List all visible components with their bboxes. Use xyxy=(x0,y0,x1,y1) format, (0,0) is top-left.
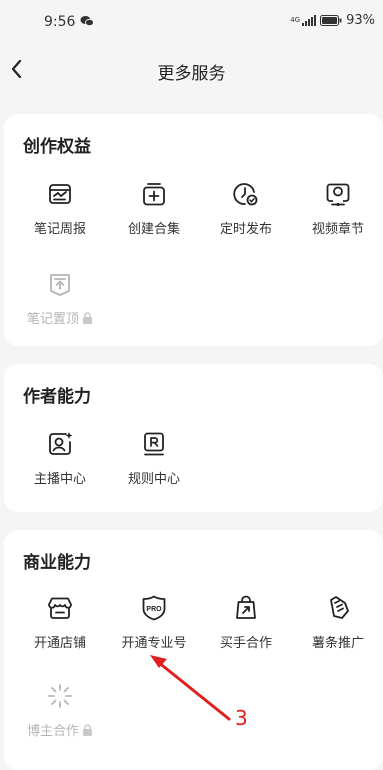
annotation-label: 3 xyxy=(235,706,248,730)
wechat-icon xyxy=(80,16,94,27)
pin-note-icon xyxy=(50,274,70,296)
rules-center-button[interactable]: 规则中心 xyxy=(114,430,194,496)
lock-icon xyxy=(83,312,92,324)
lock-icon xyxy=(83,724,92,736)
signal-icon xyxy=(302,15,317,26)
battery-percent: 93% xyxy=(346,13,375,28)
status-time: 9:56 xyxy=(44,14,76,30)
section-title: 商业能力 xyxy=(23,553,91,573)
promotion-icon xyxy=(330,596,349,619)
scheduled-post-button[interactable]: 定时发布 xyxy=(206,180,286,246)
page-title: 更多服务 xyxy=(157,64,226,84)
buyer-cooperation-icon xyxy=(236,595,256,619)
item-label: 笔记周报 xyxy=(33,222,86,237)
item-label: 定时发布 xyxy=(219,222,272,237)
item-label: 薯条推广 xyxy=(311,636,364,651)
section-title: 创作权益 xyxy=(23,137,91,157)
battery-icon xyxy=(320,15,342,26)
item-label: 创建合集 xyxy=(127,222,180,237)
scheduled-post-icon xyxy=(233,183,258,206)
signal-label: 4G xyxy=(290,16,301,24)
status-bar: 9:56 4G 93% xyxy=(0,0,383,44)
section-author-abilities: 作者能力 主播中心 规则中心 xyxy=(4,364,383,512)
item-label: 规则中心 xyxy=(127,472,180,487)
item-label: 笔记置顶 xyxy=(26,312,79,327)
item-label-wrap: 博主合作 xyxy=(10,720,110,739)
buyer-cooperation-button[interactable]: 买手合作 xyxy=(206,594,286,660)
video-chapter-icon xyxy=(326,183,350,207)
item-label-wrap: 笔记置顶 xyxy=(10,308,110,327)
pin-note-button[interactable]: 笔记置顶 xyxy=(20,270,100,336)
item-label: 主播中心 xyxy=(33,472,86,487)
streamer-center-icon xyxy=(49,432,73,455)
open-pro-account-button[interactable]: PRO 开通专业号 xyxy=(114,594,194,660)
note-report-button[interactable]: 笔记周报 xyxy=(20,180,100,246)
promotion-button[interactable]: 薯条推广 xyxy=(298,594,378,660)
blogger-cooperation-button[interactable]: 博主合作 xyxy=(20,682,100,748)
note-report-icon xyxy=(49,184,71,204)
status-right: 4G 93% xyxy=(290,13,375,28)
item-label: 博主合作 xyxy=(26,724,79,739)
section-creation-rights: 创作权益 笔记周报 创建合集 定时发布 视频章节 笔记置顶 xyxy=(4,114,383,346)
section-business-abilities: 商业能力 开通店铺 PRO 开通专业号 买手合作 薯条推广 博主合作 xyxy=(4,530,383,770)
section-title: 作者能力 xyxy=(23,387,91,407)
nav-bar: 更多服务 xyxy=(0,44,383,96)
item-label: 视频章节 xyxy=(311,222,364,237)
rules-center-icon xyxy=(144,432,164,456)
pro-account-icon: PRO xyxy=(142,595,166,621)
video-chapter-button[interactable]: 视频章节 xyxy=(298,180,378,246)
svg-text:PRO: PRO xyxy=(146,606,162,613)
streamer-center-button[interactable]: 主播中心 xyxy=(20,430,100,496)
blogger-cooperation-icon xyxy=(48,684,72,708)
item-label: 开通店铺 xyxy=(33,636,86,651)
item-label: 开通专业号 xyxy=(121,636,187,651)
create-collection-button[interactable]: 创建合集 xyxy=(114,180,194,246)
store-icon xyxy=(48,597,72,619)
item-label: 买手合作 xyxy=(219,636,272,651)
create-collection-icon xyxy=(143,183,165,206)
open-store-button[interactable]: 开通店铺 xyxy=(20,594,100,660)
